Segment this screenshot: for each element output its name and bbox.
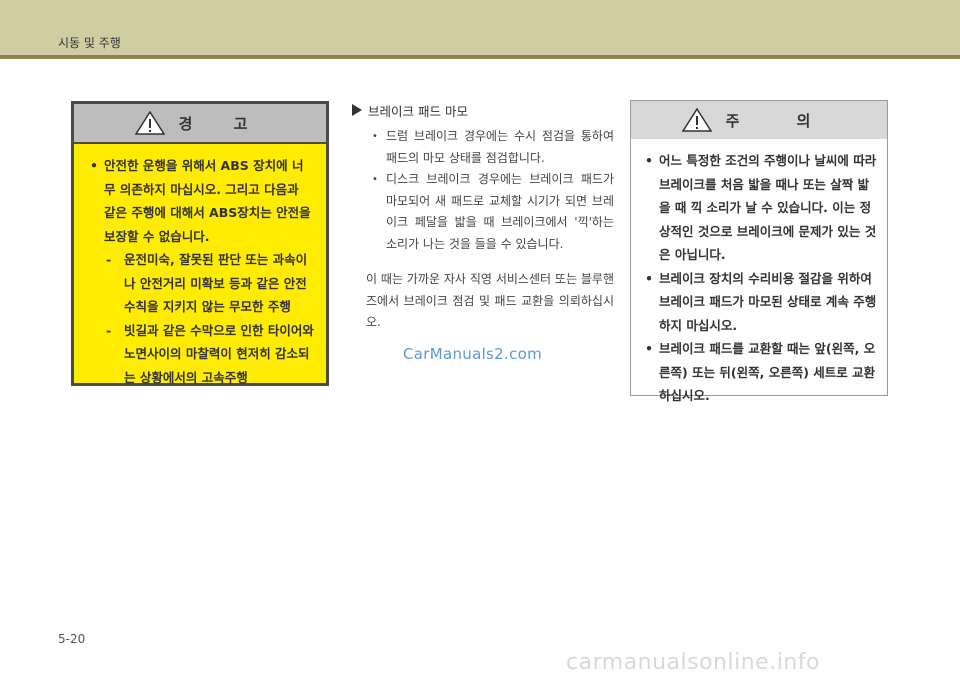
brake-pad-section: 브레이크 패드 마모 드럼 브레이크 경우에는 수시 점검을 통하여 패드의 마…	[352, 100, 614, 334]
brake-pad-list: 드럼 브레이크 경우에는 수시 점검을 통하여 패드의 마모 상태를 점검합니다…	[352, 126, 614, 255]
warning-triangle-icon	[134, 111, 165, 135]
list-item: 드럼 브레이크 경우에는 수시 점검을 통하여 패드의 마모 상태를 점검합니다…	[352, 126, 614, 169]
caution-item: 브레이크 패드를 교환할 때는 앞(왼쪽, 오른쪽) 또는 뒤(왼쪽, 오른쪽)…	[645, 337, 879, 408]
triangle-marker-icon	[352, 104, 362, 116]
page-number: 5-20	[58, 632, 86, 646]
site-watermark: CarManuals2.com	[403, 345, 543, 363]
caution-title: 주 의	[725, 111, 837, 130]
caution-item: 어느 특정한 조건의 주행이나 날씨에 따라 브레이크를 처음 밟을 때나 또는…	[645, 149, 879, 267]
caution-item: 브레이크 장치의 수리비용 절감을 위하여 브레이크 패드가 마모된 상태로 계…	[645, 267, 879, 338]
warning-dash-text: 운전미숙, 잘못된 판단 또는 과속이나 안전거리 미확보 등과 같은 안전수칙…	[124, 252, 308, 314]
warning-box: 경 고 안전한 운행을 위해서 ABS 장치에 너무 의존하지 마십시오. 그리…	[71, 101, 329, 386]
section-title: 시동 및 주행	[58, 36, 121, 50]
header-divider	[0, 55, 960, 59]
dash-mark: -	[106, 322, 112, 338]
warning-dash-item: - 운전미숙, 잘못된 판단 또는 과속이나 안전거리 미확보 등과 같은 안전…	[90, 248, 314, 319]
dash-mark: -	[106, 252, 112, 267]
caution-box: 주 의 어느 특정한 조건의 주행이나 날씨에 따라 브레이크를 처음 밟을 때…	[630, 100, 888, 403]
footer-watermark: carmanualsonline.info	[566, 650, 820, 675]
warning-header: 경 고	[74, 104, 326, 144]
warning-body: 안전한 운행을 위해서 ABS 장치에 너무 의존하지 마십시오. 그리고 다음…	[74, 144, 326, 389]
brake-pad-paragraph: 이 때는 가까운 자사 직영 서비스센터 또는 블루핸즈에서 브레이크 점검 및…	[366, 272, 614, 329]
caution-header: 주 의	[631, 101, 887, 139]
warning-dash-item: - 빗길과 같은 수막으로 인한 타이어와 노면사이의 마찰력이 현저히 감소되…	[90, 319, 314, 390]
brake-pad-heading: 브레이크 패드 마모	[352, 100, 614, 120]
warning-title: 경 고	[178, 114, 266, 133]
list-item: 디스크 브레이크 경우에는 브레이크 패드가 마모되어 새 패드로 교체할 시기…	[352, 169, 614, 255]
caution-triangle-icon	[681, 108, 712, 132]
brake-pad-title: 브레이크 패드 마모	[368, 103, 468, 119]
warning-dash-text: 빗길과 같은 수막으로 인한 타이어와 노면사이의 마찰력이 현저히 감소되는 …	[124, 322, 314, 385]
caution-body: 어느 특정한 조건의 주행이나 날씨에 따라 브레이크를 처음 밟을 때나 또는…	[631, 139, 887, 408]
page-header: 시동 및 주행	[0, 0, 960, 55]
warning-bullet: 안전한 운행을 위해서 ABS 장치에 너무 의존하지 마십시오. 그리고 다음…	[90, 154, 314, 248]
